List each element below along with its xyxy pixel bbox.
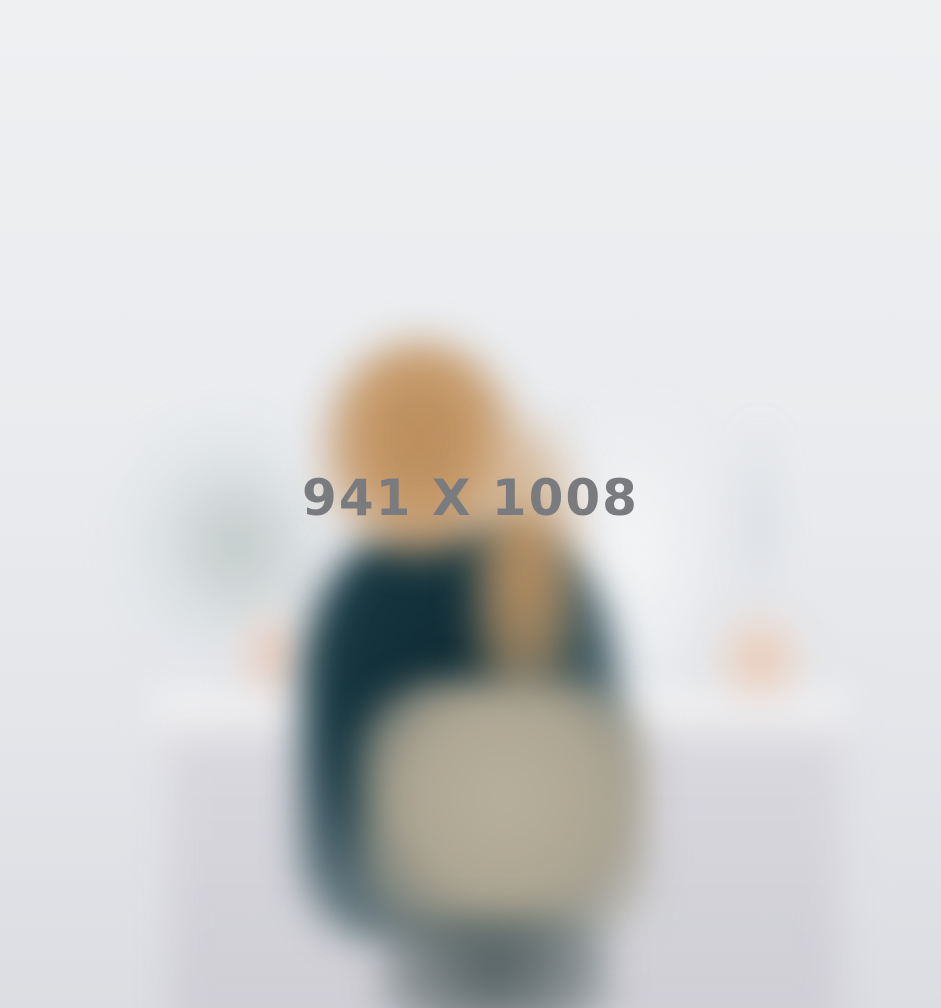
chair [360, 680, 650, 940]
blurred-photo: 941 X 1008 [0, 0, 941, 1008]
right-plant-pot [715, 610, 805, 700]
person-legs [380, 920, 610, 1008]
left-plant-pot [238, 610, 308, 700]
person-hair-long [470, 420, 580, 720]
dimension-label: 941 X 1008 [302, 469, 639, 527]
